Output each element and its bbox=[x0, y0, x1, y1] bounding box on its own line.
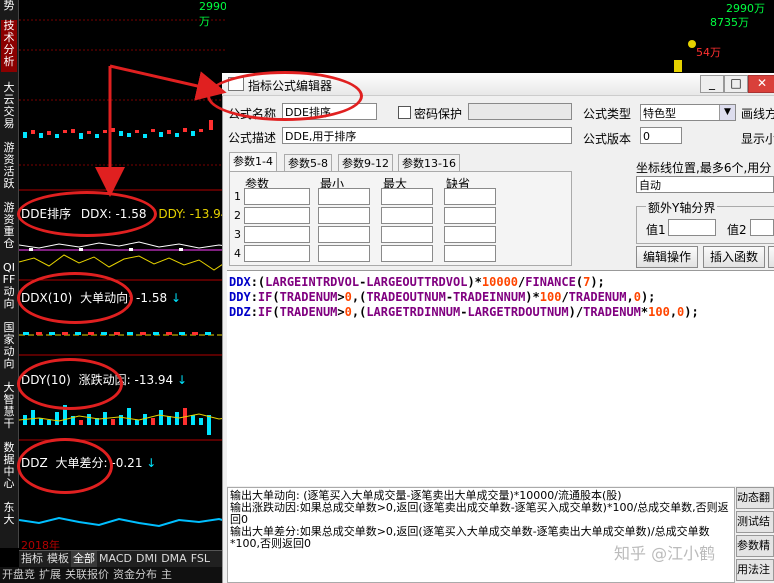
annotation-arrows bbox=[95, 64, 227, 197]
